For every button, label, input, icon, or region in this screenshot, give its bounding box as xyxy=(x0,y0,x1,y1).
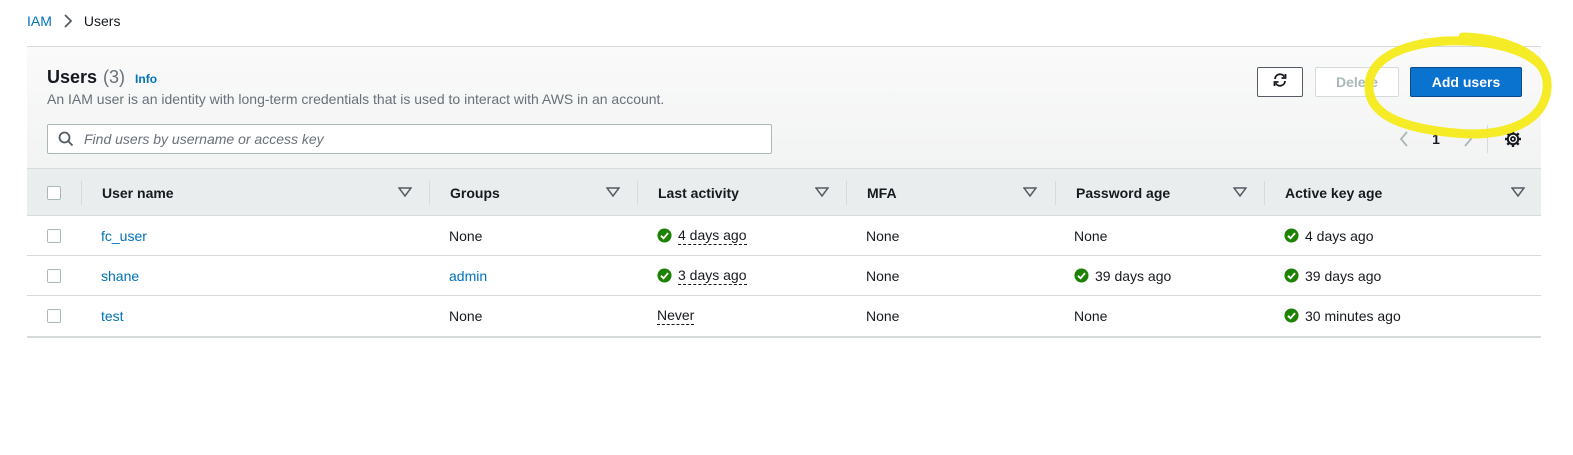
groups-link[interactable]: admin xyxy=(449,268,487,284)
sort-down-icon[interactable] xyxy=(605,185,621,199)
select-all-checkbox[interactable] xyxy=(47,186,61,200)
row-checkbox[interactable] xyxy=(47,229,61,243)
last-activity-status: 3 days ago xyxy=(657,267,747,285)
column-header-mfa[interactable]: MFA xyxy=(867,169,897,216)
password-age-value: None xyxy=(1074,227,1108,244)
users-panel: Users (3) Info An IAM user is an identit… xyxy=(27,46,1541,338)
active-key-age-value: 39 days ago xyxy=(1305,267,1382,284)
user-count: (3) xyxy=(103,67,126,87)
last-activity-value[interactable]: Never xyxy=(657,307,695,325)
chevron-left-icon[interactable] xyxy=(1392,127,1416,151)
column-divider xyxy=(81,181,82,205)
user-name-link[interactable]: fc_user xyxy=(101,228,147,244)
active-key-age-status: 4 days ago xyxy=(1284,228,1374,244)
row-checkbox[interactable] xyxy=(47,309,61,323)
title-text: Users xyxy=(47,67,98,87)
active-key-age-value: 4 days ago xyxy=(1305,227,1374,244)
refresh-icon xyxy=(1272,72,1288,93)
check-circle-icon xyxy=(1284,268,1299,283)
table-row: test None Never None None 30 minutes ago xyxy=(27,296,1541,338)
column-divider xyxy=(637,181,638,205)
search-field[interactable] xyxy=(47,124,772,154)
check-circle-icon xyxy=(1074,268,1089,283)
column-divider xyxy=(1264,181,1265,205)
column-label: Groups xyxy=(450,184,500,201)
check-circle-icon xyxy=(657,228,672,243)
user-name-link[interactable]: test xyxy=(101,308,124,324)
mfa-value: None xyxy=(866,227,900,244)
groups-value: None xyxy=(449,307,483,324)
check-circle-icon xyxy=(657,268,672,283)
column-label: Active key age xyxy=(1285,184,1383,201)
page-description: An IAM user is an identity with long-ter… xyxy=(47,91,665,107)
breadcrumb-iam-link[interactable]: IAM xyxy=(27,13,52,29)
chevron-right-icon[interactable] xyxy=(1456,127,1480,151)
delete-button[interactable]: Delete xyxy=(1315,67,1399,97)
groups-value: None xyxy=(449,227,483,244)
breadcrumb: IAM Users xyxy=(27,13,120,29)
check-circle-icon xyxy=(1284,308,1299,323)
search-input[interactable] xyxy=(82,130,746,148)
column-label: MFA xyxy=(867,184,897,201)
column-header-user-name[interactable]: User name xyxy=(102,169,174,216)
password-age-status: 39 days ago xyxy=(1074,268,1171,284)
column-header-active-key-age[interactable]: Active key age xyxy=(1285,169,1382,216)
info-link[interactable]: Info xyxy=(135,72,157,86)
column-header-last-activity[interactable]: Last activity xyxy=(658,169,739,216)
sort-down-icon[interactable] xyxy=(397,185,413,199)
column-header-password-age[interactable]: Password age xyxy=(1076,169,1170,216)
column-label: Password age xyxy=(1076,184,1171,201)
refresh-button[interactable] xyxy=(1257,67,1303,97)
column-header-groups[interactable]: Groups xyxy=(450,169,500,216)
breadcrumb-current: Users xyxy=(83,13,121,29)
mfa-value: None xyxy=(866,307,900,324)
panel-header: Users (3) Info An IAM user is an identit… xyxy=(27,47,1541,168)
user-name-link[interactable]: shane xyxy=(101,268,139,284)
check-circle-icon xyxy=(1284,228,1299,243)
password-age-value: None xyxy=(1074,307,1108,324)
last-activity-status: 4 days ago xyxy=(657,227,747,245)
column-label: Last activity xyxy=(658,184,739,201)
column-divider xyxy=(846,181,847,205)
mfa-value: None xyxy=(866,267,900,284)
add-users-button[interactable]: Add users xyxy=(1410,67,1522,97)
divider xyxy=(1487,125,1488,153)
last-activity-value[interactable]: 4 days ago xyxy=(678,227,747,245)
active-key-age-value: 30 minutes ago xyxy=(1305,307,1401,324)
table-header: User name Groups Last activity MFA Passw… xyxy=(27,168,1541,216)
column-divider xyxy=(1055,181,1056,205)
table-row: shane admin 3 days ago None 39 days ago … xyxy=(27,256,1541,296)
row-checkbox[interactable] xyxy=(47,269,61,283)
page-number[interactable]: 1 xyxy=(1416,131,1456,147)
sort-down-icon[interactable] xyxy=(1510,185,1526,199)
sort-down-icon[interactable] xyxy=(1232,185,1248,199)
sort-down-icon[interactable] xyxy=(814,185,830,199)
gear-icon[interactable] xyxy=(1502,128,1524,150)
page-title: Users (3) Info xyxy=(47,67,157,88)
table-row: fc_user None 4 days ago None None 4 days… xyxy=(27,216,1541,256)
active-key-age-status: 30 minutes ago xyxy=(1284,308,1401,324)
last-activity-value[interactable]: 3 days ago xyxy=(678,267,747,285)
sort-down-icon[interactable] xyxy=(1022,185,1038,199)
password-age-value: 39 days ago xyxy=(1095,267,1172,284)
active-key-age-status: 39 days ago xyxy=(1284,268,1381,284)
chevron-right-icon xyxy=(60,13,76,29)
search-icon xyxy=(58,131,74,147)
pagination: 1 xyxy=(1392,127,1480,151)
column-label: User name xyxy=(102,184,174,201)
column-divider xyxy=(429,181,430,205)
